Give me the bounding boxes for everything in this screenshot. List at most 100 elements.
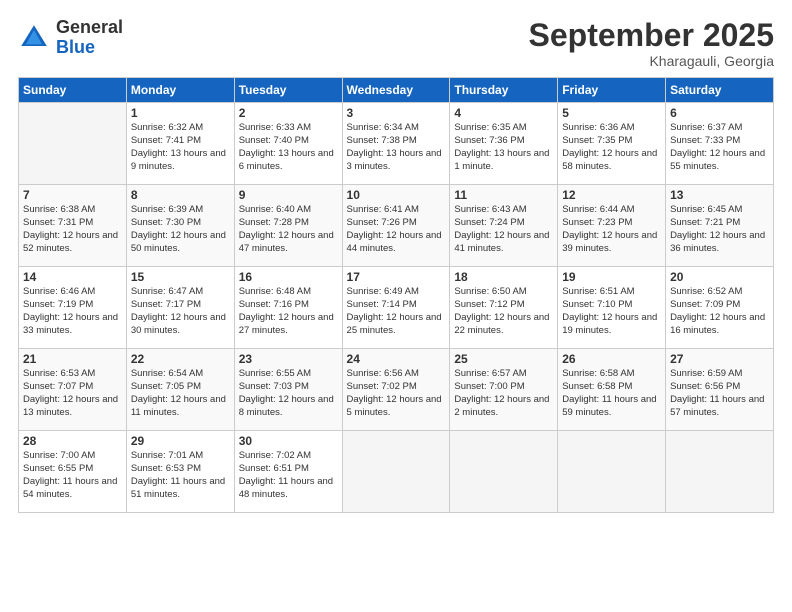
calendar-cell	[450, 431, 558, 513]
day-number: 14	[23, 270, 122, 284]
calendar-cell: 26Sunrise: 6:58 AM Sunset: 6:58 PM Dayli…	[558, 349, 666, 431]
logo-general: General	[56, 17, 123, 37]
calendar-cell	[666, 431, 774, 513]
calendar-cell: 23 Sunrise: 6:55 AM Sunset: 7:03 PM Dayli…	[234, 349, 342, 431]
day-info: Sunrise: 6:49 AM Sunset: 7:14 PM Dayligh…	[347, 286, 446, 337]
calendar-cell: 19 Sunrise: 6:51 AM Sunset: 7:10 PM Dayli…	[558, 267, 666, 349]
day-info: Sunrise: 6:53 AM Sunset: 7:07 PM Dayligh…	[23, 368, 122, 419]
calendar-cell: 16 Sunrise: 6:48 AM Sunset: 7:16 PM Dayli…	[234, 267, 342, 349]
day-info: Sunrise: 6:45 AM Sunset: 7:21 PM Dayligh…	[670, 204, 769, 255]
day-info: Sunrise: 6:55 AM Sunset: 7:03 PM Dayligh…	[239, 368, 338, 419]
calendar-cell: 25Sunrise: 6:57 AM Sunset: 7:00 PM Dayli…	[450, 349, 558, 431]
day-number: 20	[670, 270, 769, 284]
calendar-cell	[342, 431, 450, 513]
calendar-cell: 5Sunrise: 6:36 AM Sunset: 7:35 PM Daylig…	[558, 103, 666, 185]
day-info: Sunrise: 6:40 AM Sunset: 7:28 PM Dayligh…	[239, 204, 338, 255]
day-info: Sunrise: 7:02 AM Sunset: 6:51 PM Dayligh…	[239, 450, 338, 501]
header: General Blue September 2025 Kharagauli, …	[18, 18, 774, 69]
day-info: Sunrise: 6:48 AM Sunset: 7:16 PM Dayligh…	[239, 286, 338, 337]
calendar-cell: 7 Sunrise: 6:38 AM Sunset: 7:31 PM Daylig…	[19, 185, 127, 267]
calendar-week-1: 7 Sunrise: 6:38 AM Sunset: 7:31 PM Daylig…	[19, 185, 774, 267]
title-block: September 2025 Kharagauli, Georgia	[529, 18, 774, 69]
calendar-cell: 22Sunrise: 6:54 AM Sunset: 7:05 PM Dayli…	[126, 349, 234, 431]
calendar-cell: 9Sunrise: 6:40 AM Sunset: 7:28 PM Daylig…	[234, 185, 342, 267]
day-info: Sunrise: 6:39 AM Sunset: 7:30 PM Dayligh…	[131, 204, 230, 255]
calendar-cell: 27 Sunrise: 6:59 AM Sunset: 6:56 PM Dayli…	[666, 349, 774, 431]
logo-blue: Blue	[56, 37, 95, 57]
day-info: Sunrise: 6:37 AM Sunset: 7:33 PM Dayligh…	[670, 122, 769, 173]
day-number: 1	[131, 106, 230, 120]
header-row: Sunday Monday Tuesday Wednesday Thursday…	[19, 78, 774, 103]
day-info: Sunrise: 6:50 AM Sunset: 7:12 PM Dayligh…	[454, 286, 553, 337]
calendar-cell: 13 Sunrise: 6:45 AM Sunset: 7:21 PM Dayli…	[666, 185, 774, 267]
calendar-cell: 4Sunrise: 6:35 AM Sunset: 7:36 PM Daylig…	[450, 103, 558, 185]
day-number: 27	[670, 352, 769, 366]
calendar-table: Sunday Monday Tuesday Wednesday Thursday…	[18, 77, 774, 513]
day-number: 5	[562, 106, 661, 120]
day-info: Sunrise: 6:32 AM Sunset: 7:41 PM Dayligh…	[131, 122, 230, 173]
calendar-week-4: 28Sunrise: 7:00 AM Sunset: 6:55 PM Dayli…	[19, 431, 774, 513]
col-sunday: Sunday	[19, 78, 127, 103]
day-number: 15	[131, 270, 230, 284]
day-info: Sunrise: 6:52 AM Sunset: 7:09 PM Dayligh…	[670, 286, 769, 337]
day-number: 24	[347, 352, 446, 366]
calendar-cell: 12 Sunrise: 6:44 AM Sunset: 7:23 PM Dayli…	[558, 185, 666, 267]
col-monday: Monday	[126, 78, 234, 103]
day-info: Sunrise: 6:41 AM Sunset: 7:26 PM Dayligh…	[347, 204, 446, 255]
day-info: Sunrise: 6:56 AM Sunset: 7:02 PM Dayligh…	[347, 368, 446, 419]
calendar-cell: 10 Sunrise: 6:41 AM Sunset: 7:26 PM Dayli…	[342, 185, 450, 267]
calendar-cell: 2Sunrise: 6:33 AM Sunset: 7:40 PM Daylig…	[234, 103, 342, 185]
day-info: Sunrise: 6:35 AM Sunset: 7:36 PM Dayligh…	[454, 122, 553, 173]
day-number: 13	[670, 188, 769, 202]
day-number: 29	[131, 434, 230, 448]
col-friday: Friday	[558, 78, 666, 103]
logo-text: General Blue	[56, 18, 123, 58]
day-number: 11	[454, 188, 553, 202]
day-number: 10	[347, 188, 446, 202]
day-number: 21	[23, 352, 122, 366]
calendar-week-2: 14 Sunrise: 6:46 AM Sunset: 7:19 PM Dayli…	[19, 267, 774, 349]
calendar-cell: 6 Sunrise: 6:37 AM Sunset: 7:33 PM Daylig…	[666, 103, 774, 185]
day-info: Sunrise: 6:57 AM Sunset: 7:00 PM Dayligh…	[454, 368, 553, 419]
calendar-week-3: 21 Sunrise: 6:53 AM Sunset: 7:07 PM Dayli…	[19, 349, 774, 431]
calendar-cell: 14 Sunrise: 6:46 AM Sunset: 7:19 PM Dayli…	[19, 267, 127, 349]
calendar-cell: 3 Sunrise: 6:34 AM Sunset: 7:38 PM Daylig…	[342, 103, 450, 185]
day-number: 22	[131, 352, 230, 366]
col-saturday: Saturday	[666, 78, 774, 103]
calendar-cell: 24 Sunrise: 6:56 AM Sunset: 7:02 PM Dayli…	[342, 349, 450, 431]
day-info: Sunrise: 6:51 AM Sunset: 7:10 PM Dayligh…	[562, 286, 661, 337]
day-number: 12	[562, 188, 661, 202]
day-number: 23	[239, 352, 338, 366]
day-number: 26	[562, 352, 661, 366]
calendar-cell: 11 Sunrise: 6:43 AM Sunset: 7:24 PM Dayli…	[450, 185, 558, 267]
calendar-body: 1 Sunrise: 6:32 AM Sunset: 7:41 PM Daylig…	[19, 103, 774, 513]
calendar-cell: 15Sunrise: 6:47 AM Sunset: 7:17 PM Dayli…	[126, 267, 234, 349]
calendar-cell: 30 Sunrise: 7:02 AM Sunset: 6:51 PM Dayli…	[234, 431, 342, 513]
day-info: Sunrise: 6:44 AM Sunset: 7:23 PM Dayligh…	[562, 204, 661, 255]
day-number: 30	[239, 434, 338, 448]
col-thursday: Thursday	[450, 78, 558, 103]
day-number: 6	[670, 106, 769, 120]
day-info: Sunrise: 6:46 AM Sunset: 7:19 PM Dayligh…	[23, 286, 122, 337]
page: General Blue September 2025 Kharagauli, …	[0, 0, 792, 612]
day-number: 19	[562, 270, 661, 284]
day-number: 3	[347, 106, 446, 120]
day-number: 2	[239, 106, 338, 120]
day-info: Sunrise: 7:01 AM Sunset: 6:53 PM Dayligh…	[131, 450, 230, 501]
day-info: Sunrise: 6:38 AM Sunset: 7:31 PM Dayligh…	[23, 204, 122, 255]
calendar-cell: 18Sunrise: 6:50 AM Sunset: 7:12 PM Dayli…	[450, 267, 558, 349]
month-title: September 2025	[529, 18, 774, 53]
day-number: 7	[23, 188, 122, 202]
calendar-cell	[19, 103, 127, 185]
calendar-cell: 21 Sunrise: 6:53 AM Sunset: 7:07 PM Dayli…	[19, 349, 127, 431]
logo-icon	[18, 22, 50, 54]
day-info: Sunrise: 6:34 AM Sunset: 7:38 PM Dayligh…	[347, 122, 446, 173]
col-wednesday: Wednesday	[342, 78, 450, 103]
day-info: Sunrise: 6:59 AM Sunset: 6:56 PM Dayligh…	[670, 368, 769, 419]
day-number: 16	[239, 270, 338, 284]
day-info: Sunrise: 6:43 AM Sunset: 7:24 PM Dayligh…	[454, 204, 553, 255]
calendar-cell: 1 Sunrise: 6:32 AM Sunset: 7:41 PM Daylig…	[126, 103, 234, 185]
calendar-cell: 17Sunrise: 6:49 AM Sunset: 7:14 PM Dayli…	[342, 267, 450, 349]
calendar-cell: 28Sunrise: 7:00 AM Sunset: 6:55 PM Dayli…	[19, 431, 127, 513]
calendar-week-0: 1 Sunrise: 6:32 AM Sunset: 7:41 PM Daylig…	[19, 103, 774, 185]
